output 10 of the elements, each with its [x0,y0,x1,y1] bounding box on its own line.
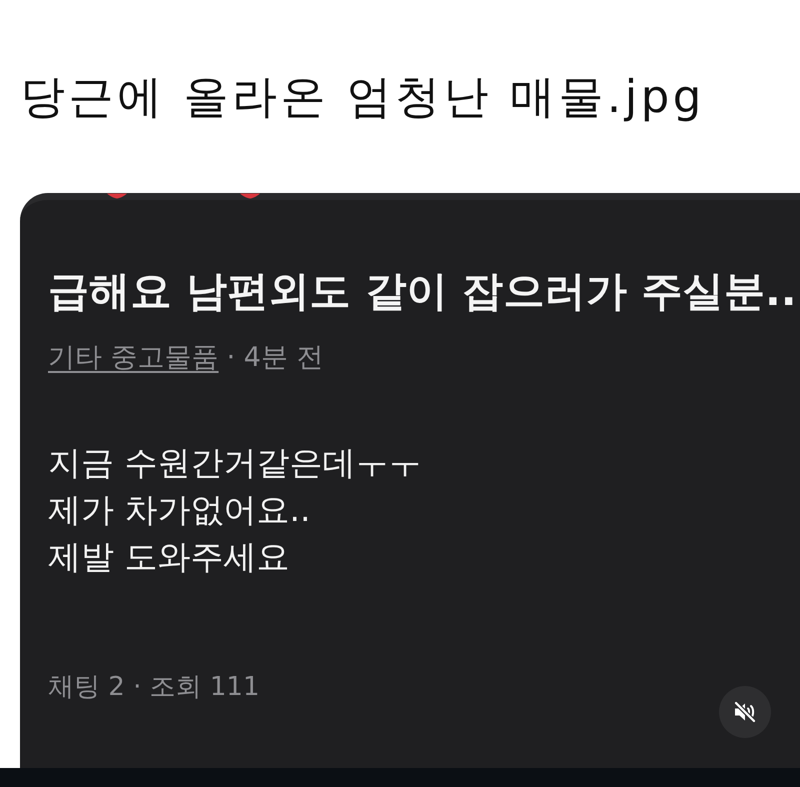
listing-stats: 채팅 2 · 조회 111 [48,671,260,704]
listing-text: 지금 수원간거같은데ㅜㅜ [48,442,422,484]
listing-text: 제발 도와주세요 [48,536,290,578]
category-link[interactable]: 기타 중고물품 [48,340,219,376]
post-title: 당근에 올라온 엄청난 매물.jpg [20,70,705,124]
listing-text: 제가 차가없어요.. [48,489,310,531]
sticker-drawing [107,193,127,199]
sticker-drawing [240,193,260,199]
listing-title: 급해요 남편외도 같이 잡으러가 주실분.. [48,267,797,316]
posted-time: · 4분 전 [226,341,324,375]
